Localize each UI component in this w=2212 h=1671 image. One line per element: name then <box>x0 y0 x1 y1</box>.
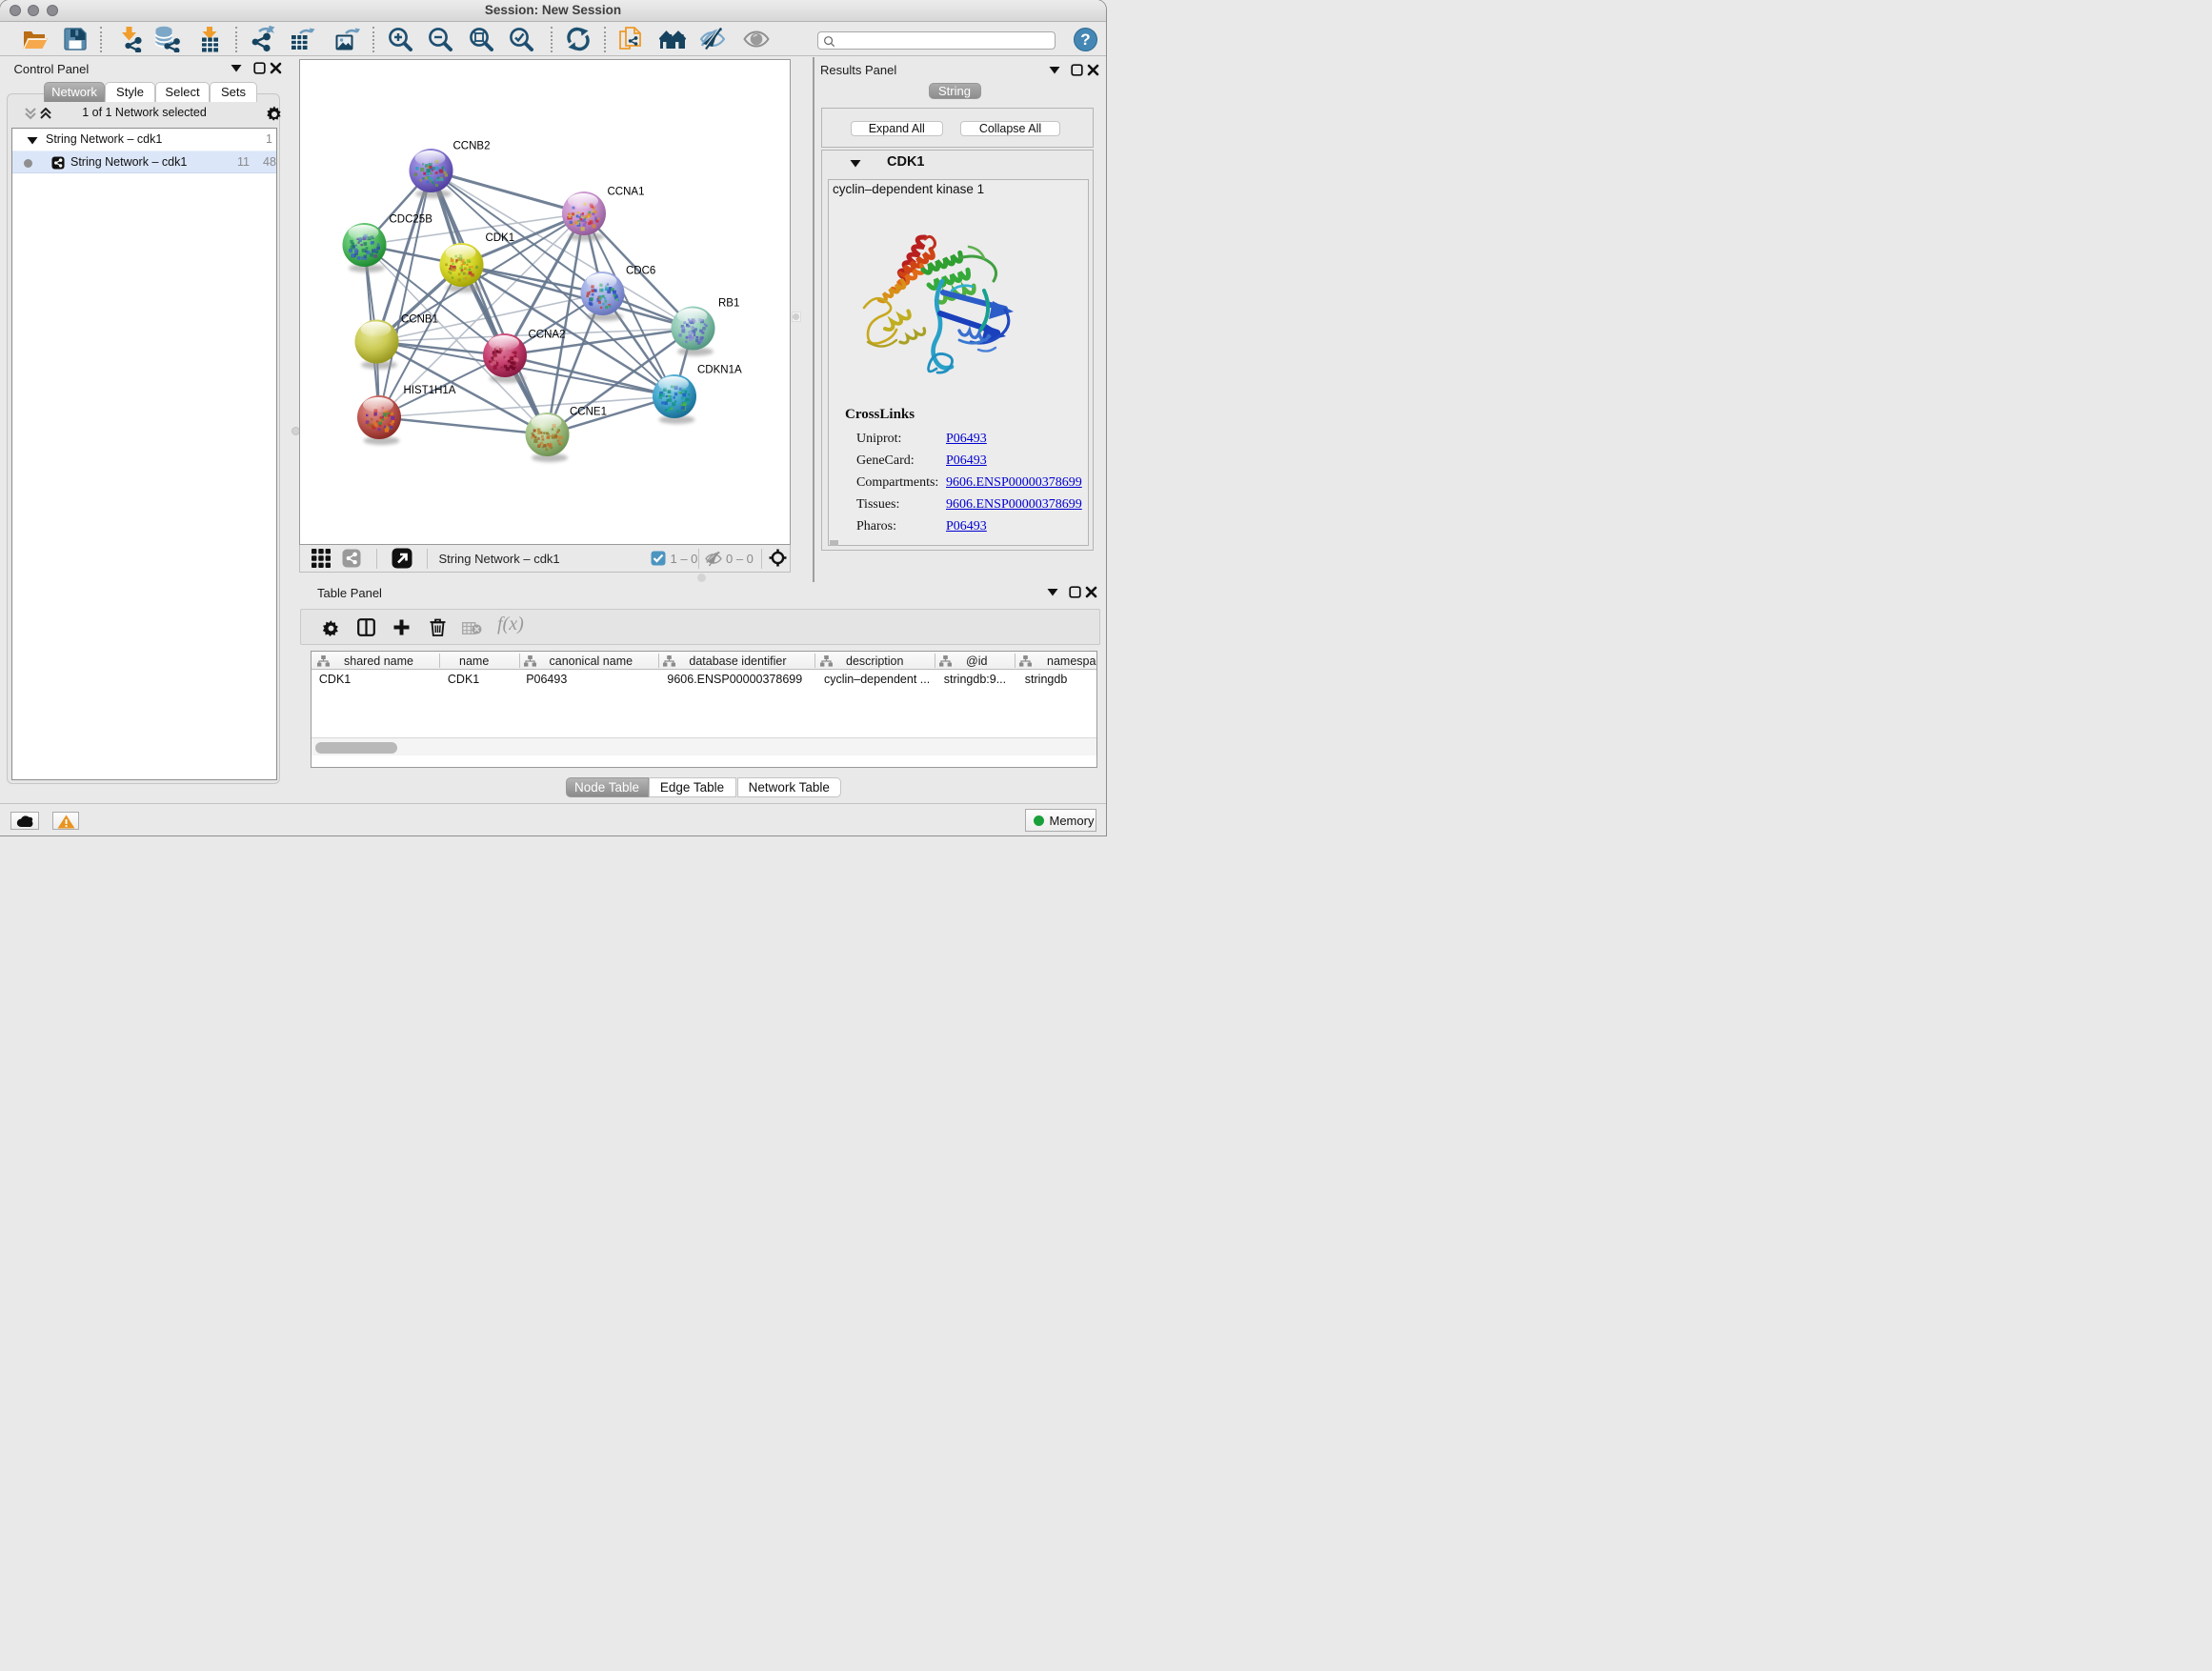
svg-text:CDC25B: CDC25B <box>390 213 433 225</box>
svg-text:CDKN1A: CDKN1A <box>697 364 742 375</box>
svg-text:CCNA1: CCNA1 <box>608 186 645 197</box>
svg-text:CCNB1: CCNB1 <box>401 313 438 325</box>
svg-text:CDC6: CDC6 <box>626 265 655 276</box>
svg-text:CCNE1: CCNE1 <box>570 406 607 417</box>
svg-text:?: ? <box>1080 30 1090 49</box>
svg-text:CCNB2: CCNB2 <box>453 140 491 151</box>
svg-text:CDK1: CDK1 <box>486 232 515 244</box>
svg-text:RB1: RB1 <box>718 297 739 309</box>
svg-text:CCNA2: CCNA2 <box>529 329 566 340</box>
svg-text:HIST1H1A: HIST1H1A <box>404 385 456 396</box>
